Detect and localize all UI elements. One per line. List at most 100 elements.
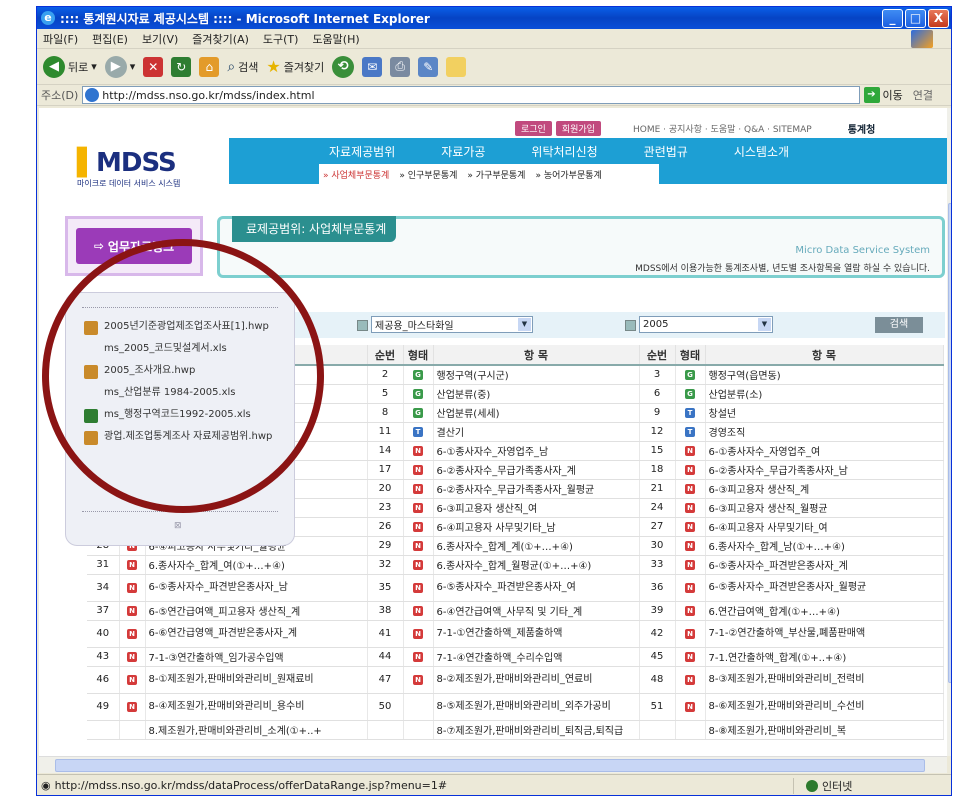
signup-button[interactable]: 회원가입 (555, 120, 601, 136)
item-cell[interactable]: 6-⑤종사자수_파견받은종사자_여 (433, 574, 640, 602)
item-cell[interactable]: 6-⑥연간급영액_파견받은종사자_계 (145, 620, 368, 648)
go-button[interactable]: ➔ 이동 (863, 87, 903, 103)
file-link[interactable]: 2005년기준광업제조업조사표[1].hwp (84, 321, 284, 335)
item-cell[interactable]: 6-②종사자수_무급가족종사자_월평균 (433, 479, 640, 499)
file-select[interactable]: 제공용_마스타화일 ▼ (371, 316, 533, 333)
item-cell[interactable]: 6-②종사자수_무급가족종사자_남 (705, 460, 944, 480)
item-cell[interactable]: 6-④피고용자 사무및기타_남 (433, 517, 640, 537)
search-button[interactable]: ⌕ 검색 (227, 59, 258, 75)
item-cell[interactable]: 7-1.연간출하액_합계(①+..+④) (705, 647, 944, 667)
file-link[interactable]: 2005_조사개요.hwp (84, 365, 284, 379)
subnav-farm[interactable]: » 농어가부문통계 (535, 168, 601, 181)
item-cell[interactable]: 6-①종사자수_자영업주_남 (433, 441, 640, 461)
nav-data-range[interactable]: 자료제공범위 (329, 143, 395, 160)
item-cell[interactable]: 8-①제조원가,판매비와관리비_원재료비 (145, 666, 368, 694)
utility-links[interactable]: HOME · 공지사항 · 도움말 · Q&A · SITEMAP (633, 122, 812, 135)
seq-cell: 35 (367, 574, 404, 602)
item-cell[interactable]: 8-④제조원가,판매비와관리비_용수비 (145, 693, 368, 721)
item-cell[interactable]: 산업분류(세세) (433, 403, 640, 423)
stop-icon[interactable]: ✕ (143, 56, 164, 77)
maximize-button[interactable]: □ (905, 8, 926, 28)
home-icon[interactable]: ⌂ (199, 56, 220, 77)
nav-regulations[interactable]: 관련법규 (644, 143, 688, 160)
item-cell[interactable]: 8-⑧제조원가,판매비와관리비_복 (705, 720, 944, 740)
item-cell[interactable]: 6.연간급여액_합계(①+…+④) (705, 601, 944, 621)
title-bar[interactable]: e :::: 통계원시자료 제공시스템 :::: - Microsoft Int… (37, 7, 951, 29)
print-icon[interactable]: ⎙ (390, 56, 411, 77)
scroll-thumb[interactable] (948, 203, 951, 683)
menu-favorites[interactable]: 즐겨찾기(A) (192, 31, 249, 47)
forward-button[interactable]: ▶ ▾ (104, 55, 135, 78)
menu-tools[interactable]: 도구(T) (263, 31, 299, 47)
file-link[interactable]: ms_행정구역코드1992-2005.xls (84, 409, 284, 423)
item-cell[interactable]: 6-⑤연간급여액_피고용자 생산직_계 (145, 601, 368, 621)
history-icon[interactable]: ⟲ (332, 55, 355, 78)
item-cell[interactable]: 결산기 (433, 422, 640, 442)
links-button[interactable]: 연결 (913, 87, 933, 103)
scroll-thumb[interactable] (55, 759, 925, 772)
item-cell[interactable]: 6.종사자수_합계_월평균(①+…+④) (433, 555, 640, 575)
item-cell[interactable]: 8-⑤제조원가,판매비와관리비_외주가공비 (433, 693, 640, 721)
edit-icon[interactable]: ✎ (418, 56, 439, 77)
item-cell[interactable]: 7-1-③연간출하액_임가공수입액 (145, 647, 368, 667)
item-cell[interactable]: 6-③피고용자 생산직_월평균 (705, 498, 944, 518)
agency-logo[interactable]: 통계청 (848, 121, 876, 136)
item-cell[interactable]: 6-⑤종사자수_파견받은종사자_남 (145, 574, 368, 602)
item-cell[interactable]: 7-1-②연간출하액_부산물,폐품판매액 (705, 620, 944, 648)
type-badge-icon: N (685, 484, 695, 494)
minimize-button[interactable]: _ (882, 8, 903, 28)
nav-about[interactable]: 시스템소개 (734, 143, 789, 160)
vertical-scrollbar[interactable] (947, 108, 951, 756)
subnav-household[interactable]: » 가구부문통계 (467, 168, 525, 181)
file-link[interactable]: 광업.제조업통계조사 자료제공범위.hwp (84, 431, 284, 445)
login-button[interactable]: 로그인 (515, 120, 552, 136)
item-cell[interactable]: 7-1-④연간출하액_수리수입액 (433, 647, 640, 667)
year-select[interactable]: 2005 ▼ (639, 316, 773, 333)
item-cell[interactable]: 산업분류(중) (433, 384, 640, 404)
item-cell[interactable]: 경영조직 (705, 422, 944, 442)
search-button[interactable]: 검색 (875, 317, 923, 333)
item-cell[interactable]: 7-1-①연간출하액_제품출하액 (433, 620, 640, 648)
item-cell[interactable]: 8-②제조원가,판매비와관리비_연료비 (433, 666, 640, 694)
item-cell[interactable]: 8-⑦제조원가,판매비와관리비_퇴직금,퇴직급 (433, 720, 640, 740)
item-cell[interactable]: 6-①종사자수_자영업주_여 (705, 441, 944, 461)
back-button[interactable]: ◀ 뒤로 ▾ (43, 55, 97, 78)
menu-view[interactable]: 보기(V) (142, 31, 178, 47)
item-cell[interactable]: 행정구역(읍면동) (705, 365, 944, 385)
item-cell[interactable]: 6.종사자수_합계_여(①+…+④) (145, 555, 368, 575)
mail-icon[interactable]: ✉ (362, 56, 383, 77)
popup-close-icon[interactable]: ⊠ (174, 521, 182, 531)
favorites-button[interactable]: ★ 즐겨찾기 (266, 57, 324, 76)
item-cell[interactable]: 6.종사자수_합계_계(①+…+④) (433, 536, 640, 556)
item-cell[interactable]: 6-⑤종사자수_파견받은종사자_계 (705, 555, 944, 575)
item-cell[interactable]: 6-③피고용자 생산직_여 (433, 498, 640, 518)
horizontal-scrollbar[interactable] (39, 756, 947, 773)
work-links-button[interactable]: ⇨ 업무자료링크 (76, 228, 192, 264)
item-cell[interactable]: 6-⑤종사자수_파견받은종사자_월평균 (705, 574, 944, 602)
item-cell[interactable]: 6-③피고용자 생산직_계 (705, 479, 944, 499)
subnav-population[interactable]: » 인구부문통계 (399, 168, 457, 181)
item-cell[interactable]: 행정구역(구시군) (433, 365, 640, 385)
mdss-logo[interactable]: ▌MDSS 마이크로 데이터 서비스 시스템 (77, 148, 197, 189)
subnav-business[interactable]: » 사업체부문통계 (323, 168, 389, 181)
item-cell[interactable]: 6.종사자수_합계_남(①+…+④) (705, 536, 944, 556)
file-link[interactable]: ms_2005_코드및설계서.xls (84, 343, 284, 357)
item-cell[interactable]: 8.제조원가,판매비와관리비_소계(①+..+ (145, 720, 368, 740)
item-cell[interactable]: 8-⑥제조원가,판매비와관리비_수선비 (705, 693, 944, 721)
item-cell[interactable]: 창설년 (705, 403, 944, 423)
menu-file[interactable]: 파일(F) (43, 31, 78, 47)
item-cell[interactable]: 산업분류(소) (705, 384, 944, 404)
menu-edit[interactable]: 편집(E) (92, 31, 128, 47)
file-link[interactable]: ms_산업분류 1984-2005.xls (84, 387, 284, 401)
nav-data-processing[interactable]: 자료가공 (441, 143, 485, 160)
refresh-icon[interactable]: ↻ (171, 56, 192, 77)
item-cell[interactable]: 6-④연간급여액_사무직 및 기타_계 (433, 601, 640, 621)
close-button[interactable]: X (928, 8, 949, 28)
item-cell[interactable]: 8-③제조원가,판매비와관리비_전력비 (705, 666, 944, 694)
nav-consignment[interactable]: 위탁처리신청 (531, 143, 597, 160)
item-cell[interactable]: 6-②종사자수_무급가족종사자_계 (433, 460, 640, 480)
folder-icon[interactable] (446, 56, 467, 77)
address-input[interactable]: http://mdss.nso.go.kr/mdss/index.html (82, 86, 860, 104)
item-cell[interactable]: 6-④피고용자 사무및기타_여 (705, 517, 944, 537)
menu-help[interactable]: 도움말(H) (312, 31, 359, 47)
